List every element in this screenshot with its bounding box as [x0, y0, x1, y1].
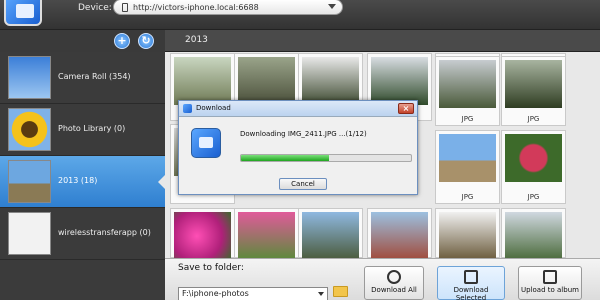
dialog-title: Download	[196, 104, 231, 112]
album-thumbnail	[8, 108, 51, 151]
album-label: Camera Roll (354)	[58, 72, 131, 81]
album-item-camera-roll[interactable]: Camera Roll (354)	[0, 52, 165, 104]
phone-icon	[122, 2, 128, 12]
app-icon	[183, 104, 192, 113]
device-label: Device:	[78, 3, 112, 13]
album-list: Camera Roll (354) Photo Library (0) 2013…	[0, 52, 166, 300]
photo-tile[interactable]: JPG	[435, 130, 500, 204]
album-thumbnail	[8, 212, 51, 255]
chevron-down-icon	[328, 4, 336, 9]
cancel-button[interactable]: Cancel	[279, 178, 327, 190]
upload-tray-icon	[543, 270, 557, 284]
download-all-label: Download All	[371, 286, 417, 294]
refresh-button[interactable]: ↻	[138, 33, 154, 49]
album-thumbnail	[8, 56, 51, 99]
album-thumbnail	[8, 160, 51, 203]
photo-tile[interactable]: JPG	[501, 130, 566, 204]
photo-tile[interactable]	[234, 208, 299, 260]
browse-folder-icon[interactable]	[333, 286, 348, 297]
chevron-down-icon	[318, 292, 324, 296]
device-url: http://victors-iphone.local:6688	[133, 2, 259, 12]
download-selected-button[interactable]: Download Selected	[437, 266, 505, 300]
year-label: 2013	[185, 35, 208, 45]
photo-tile[interactable]	[170, 208, 235, 260]
upload-label: Upload to album	[521, 286, 579, 294]
photo-tile[interactable]: JPG	[435, 56, 500, 126]
album-label: Photo Library (0)	[58, 124, 126, 133]
photo-tile[interactable]	[298, 208, 363, 260]
add-album-button[interactable]: +	[114, 33, 130, 49]
app-logo-icon	[4, 0, 42, 26]
photo-grid-header	[165, 30, 600, 52]
folder-path-select[interactable]: F:\iphone-photos	[178, 287, 328, 300]
photo-tile[interactable]: JPG	[501, 56, 566, 126]
upload-button[interactable]: Upload to album	[518, 266, 582, 300]
dialog-titlebar: Download ×	[179, 101, 417, 117]
photo-tile[interactable]	[367, 208, 432, 260]
download-progress-bar	[240, 154, 412, 162]
photo-tile[interactable]	[435, 208, 500, 260]
photo-tile[interactable]	[501, 208, 566, 260]
save-folder-label: Save to folder:	[178, 263, 244, 273]
album-item-photo-library[interactable]: Photo Library (0)	[0, 104, 165, 156]
download-selected-label: Download Selected	[453, 286, 489, 300]
album-label: 2013 (18)	[58, 176, 98, 185]
device-select[interactable]: http://victors-iphone.local:6688	[113, 0, 343, 15]
close-icon[interactable]: ×	[398, 103, 414, 114]
download-all-button[interactable]: Download All	[364, 266, 424, 300]
wifi-transfer-icon	[191, 128, 221, 158]
album-item-2013[interactable]: 2013 (18)	[0, 156, 166, 208]
download-circle-icon	[387, 270, 401, 284]
progress-fill	[241, 155, 330, 161]
album-item-wirelesstransferapp[interactable]: wirelesstransferapp (0)	[0, 208, 165, 260]
download-status-text: Downloading IMG_2411.JPG ...(1/12)	[240, 130, 367, 138]
folder-path-value: F:\iphone-photos	[182, 289, 249, 298]
album-label: wirelesstransferapp (0)	[58, 228, 151, 237]
download-tray-icon	[464, 270, 478, 284]
download-dialog: Download × Downloading IMG_2411.JPG ...(…	[178, 100, 418, 195]
